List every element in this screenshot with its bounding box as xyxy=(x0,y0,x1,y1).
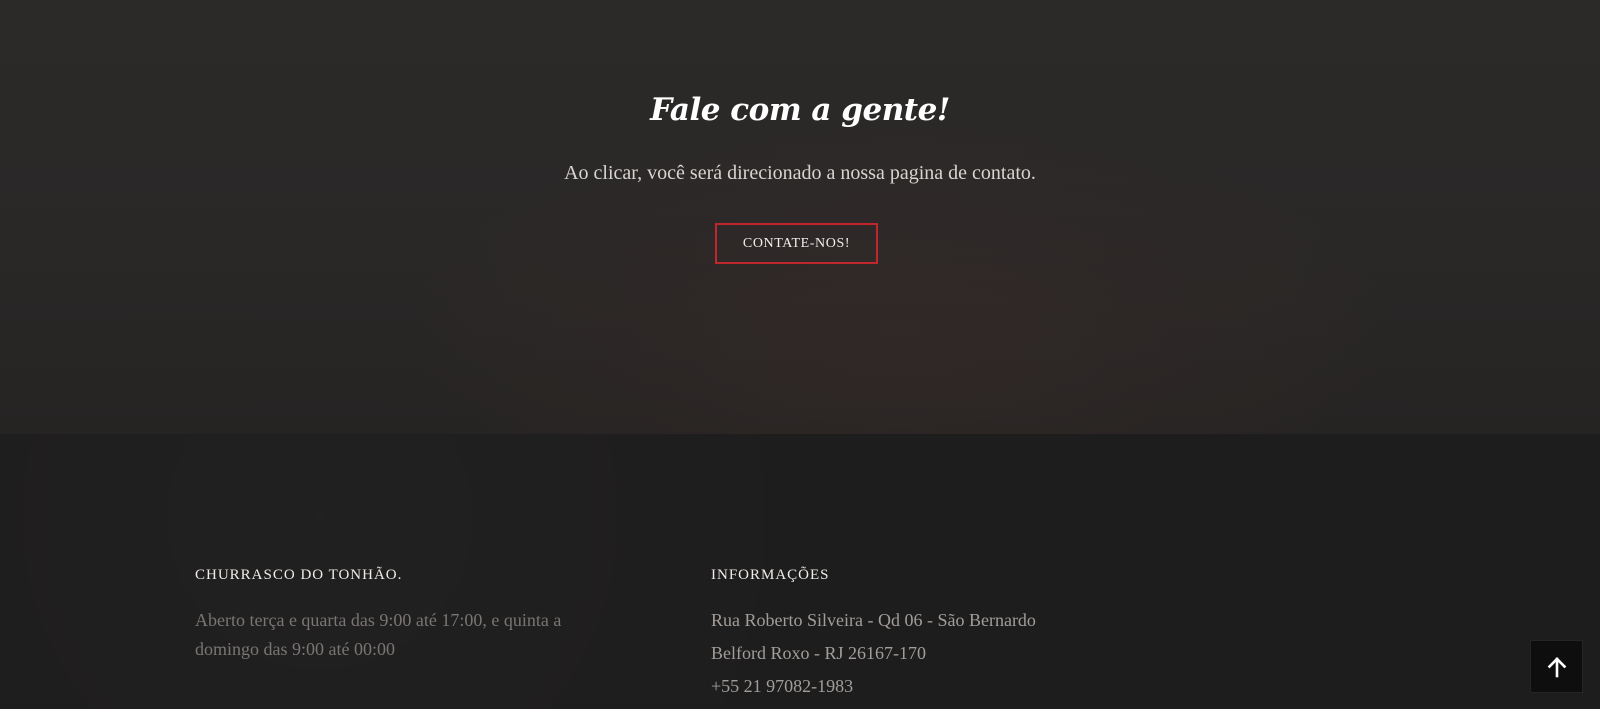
back-to-top-button[interactable] xyxy=(1530,640,1583,693)
contact-section: Fale com a gente! Ao clicar, você será d… xyxy=(0,0,1600,434)
arrow-up-icon xyxy=(1547,657,1567,678)
footer-phone-line: +55 21 97082-1983 xyxy=(711,676,854,696)
footer-city-line: Belford Roxo - RJ 26167-170 xyxy=(711,643,926,663)
contact-subtitle: Ao clicar, você será direcionado a nossa… xyxy=(564,162,1036,184)
footer-about-text: Aberto terça e quarta das 9:00 até 17:00… xyxy=(195,610,562,659)
footer-info-title: INFORMAÇÕES xyxy=(711,567,830,583)
contact-title: Fale com a gente! xyxy=(650,92,950,128)
footer-about-title: CHURRASCO DO TONHÃO. xyxy=(195,567,403,583)
contact-button[interactable]: CONTATE-NOS! xyxy=(715,223,878,264)
footer: CHURRASCO DO TONHÃO. Aberto terça e quar… xyxy=(0,434,1600,709)
footer-address-line: Rua Roberto Silveira - Qd 06 - São Berna… xyxy=(711,610,1036,630)
